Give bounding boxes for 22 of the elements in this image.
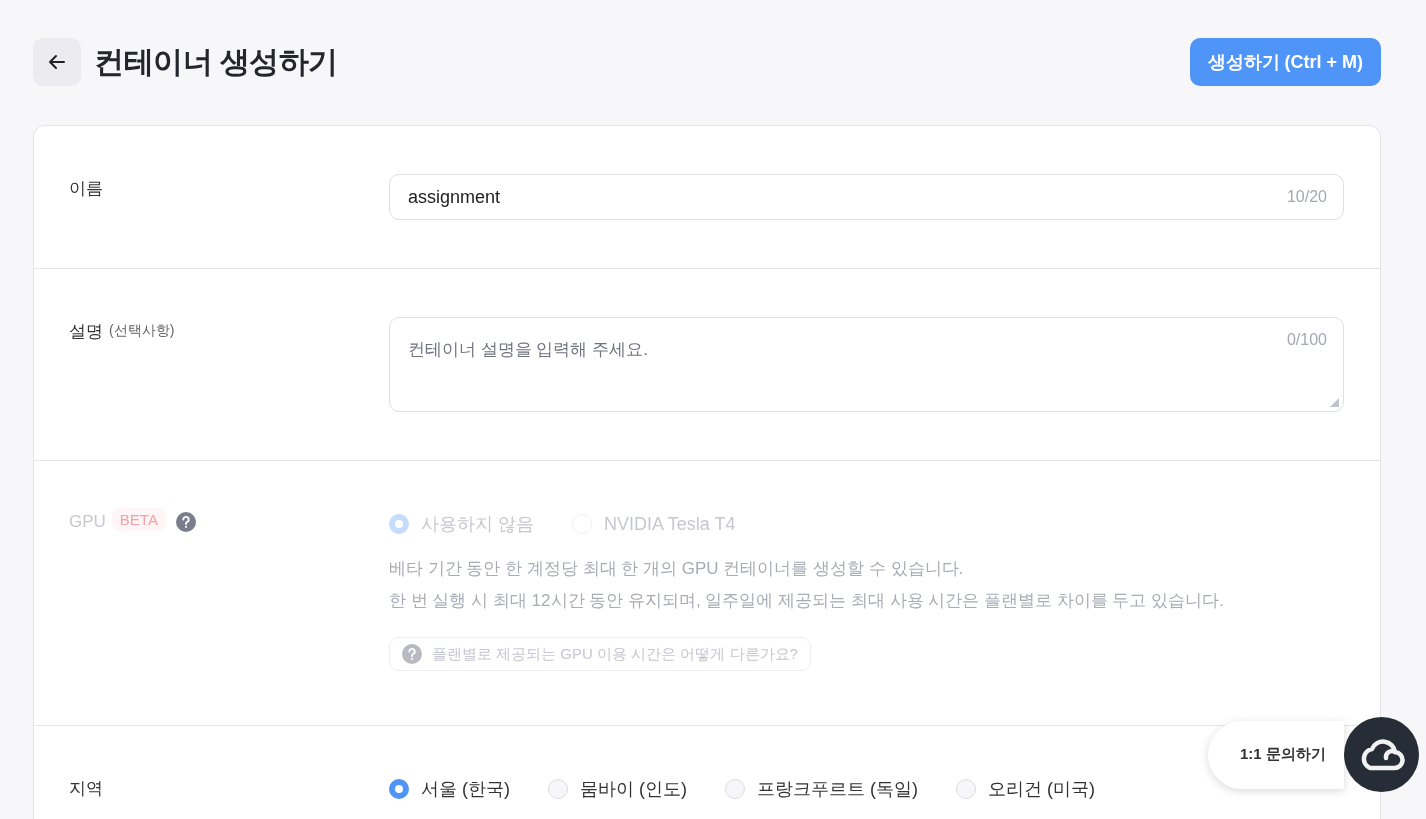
description-textarea[interactable]: 컨테이너 설명을 입력해 주세요. 0/100	[389, 317, 1344, 412]
radio-option[interactable]: 프랑크푸르트 (독일)	[725, 777, 918, 801]
character-counter: 10/20	[1286, 188, 1327, 206]
field-label: 지역	[69, 778, 103, 800]
page-title: 컨테이너 생성하기	[94, 43, 338, 80]
radio-option[interactable]: 오리건 (미국)	[956, 777, 1095, 801]
optional-note: (선택사항)	[109, 321, 175, 340]
radio-option[interactable]: 뭄바이 (인도)	[548, 777, 687, 801]
back-button[interactable]	[33, 38, 81, 86]
field-label: 설명	[69, 321, 103, 343]
character-counter: 0/100	[1286, 331, 1327, 349]
resize-handle-icon[interactable]	[1330, 398, 1339, 407]
field-label: GPU	[69, 512, 106, 532]
inquiry-button[interactable]: 1:1 문의하기	[1208, 720, 1344, 789]
beta-badge: BETA	[111, 508, 166, 531]
info-text: 한 번 실행 시 최대 12시간 동안 유지되며, 일주일에 제공되는 최대 사용 시간은 플랜별로 차이를 두고 있습니다.	[389, 590, 1225, 612]
info-text: 베타 기간 동안 한 계정당 최대 한 개의 GPU 컨테이너를 생성할 수 있습니다.	[389, 558, 965, 580]
name-input-field[interactable]: assignment 10/20	[389, 174, 1344, 220]
radio-option[interactable]: 서울 (한국)	[389, 777, 510, 801]
help-icon	[402, 644, 422, 664]
field-label: 이름	[69, 178, 103, 200]
help-link-text: 플랜별로 제공되는 GPU 이용 시간은 어떻게 다른가요?	[432, 644, 798, 664]
